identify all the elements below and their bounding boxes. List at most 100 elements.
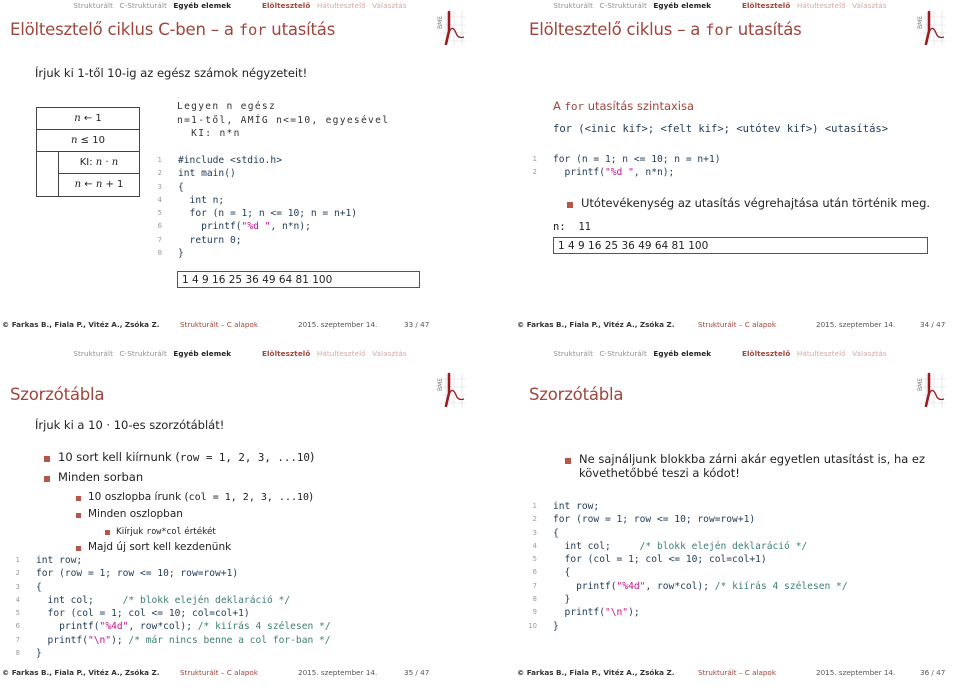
code-line: 6 printf("%4d", row*col); /* kiírás 4 sz…	[16, 620, 331, 633]
pseudocode: Legyen n egész n=1-től, AMÍG n<=10, egyes…	[177, 100, 389, 141]
code-text: int col;	[553, 540, 640, 552]
line-number: 3	[15, 582, 20, 591]
code-text: }	[553, 620, 559, 632]
code-line: 7 printf("%4d", row*col); /* kiírás 4 sz…	[533, 580, 848, 593]
nav-c-strukturalt[interactable]: C-Strukturált	[119, 1, 167, 10]
code-text: , row*col);	[645, 580, 715, 592]
footer-page: 34 / 47	[920, 320, 946, 329]
bullet-item: Utótevékenység az utasítás végrehajtása …	[566, 196, 931, 210]
nav-egyeb-elemek[interactable]: Egyéb elemek	[653, 1, 711, 10]
code-string: "%4d"	[616, 580, 646, 592]
nav-egyeb-elemek[interactable]: Egyéb elemek	[173, 349, 231, 358]
intro-text: Írjuk ki a 10 · 10-es szorzótáblát!	[35, 418, 225, 432]
structogram-increment: n ← n + 1	[74, 179, 124, 190]
code-text: for (row = 1; row <= 10; row=row+1)	[36, 568, 239, 580]
code-line: 2 for (row = 1; row <= 10; row=row+1)	[16, 567, 331, 580]
code-line: 4 int n;	[158, 194, 357, 207]
line-number: 5	[157, 209, 162, 218]
slide-title: Szorzótábla	[10, 385, 105, 404]
code-text: {	[178, 181, 184, 193]
n-label: n:	[553, 221, 566, 233]
code-line: 4 int col; /* blokk elején deklaráció */	[533, 540, 848, 553]
bullet-item: 10 oszlopba írunk (col = 1, 2, 3, ...10)	[75, 491, 314, 503]
footer-course[interactable]: Strukturált – C alapok	[698, 320, 776, 329]
logo-text: BME	[437, 16, 444, 29]
code-comment: /* kiírás 4 szélesen */	[197, 621, 331, 633]
bullet-text: Kiírjuk	[116, 527, 147, 537]
code-text: int n;	[178, 194, 225, 206]
code-line: 3{	[158, 181, 357, 194]
nav-strukturalt[interactable]: Strukturált	[553, 1, 593, 10]
code-text: printf(	[553, 580, 617, 592]
nav-hatultesztelo[interactable]: Hátultesztelő	[317, 1, 366, 10]
nav-valasztas[interactable]: Választás	[852, 349, 887, 358]
nav-hatultesztelo[interactable]: Hátultesztelő	[317, 349, 366, 358]
nav-eloltesztelo[interactable]: Elöltesztelő	[742, 1, 790, 10]
footer-course[interactable]: Strukturált – C alapok	[180, 320, 258, 329]
nav-egyeb-elemek[interactable]: Egyéb elemek	[173, 1, 231, 10]
code-text: int col;	[36, 594, 123, 606]
line-number: 9	[532, 608, 537, 617]
bullet-item: Minden oszlopban	[76, 508, 183, 520]
code-text: printf(	[553, 167, 605, 179]
syntax-line: for (<inic kif>; <felt kif>; <utótev kif…	[553, 123, 889, 135]
code-text: , n*n);	[270, 221, 311, 233]
code-line: 10}	[528, 620, 848, 633]
line-number: 2	[532, 168, 537, 177]
bullet-text: 10 oszlopba írunk (	[88, 491, 189, 503]
code-comment: /* blokk elején deklaráció */	[639, 540, 808, 552]
nav-valasztas[interactable]: Választás	[852, 1, 887, 10]
code-line: 7 printf("\n"); /* már nincs benne a col…	[16, 634, 331, 647]
nav-valasztas[interactable]: Választás	[372, 349, 407, 358]
code-text: , n*n);	[633, 167, 675, 179]
slide-34: Strukturált C-Strukturált Egyéb elemek E…	[480, 0, 960, 348]
footer-course[interactable]: Strukturált – C alapok	[180, 668, 258, 677]
line-number: 6	[532, 568, 537, 577]
structogram-init: n ← 1	[37, 108, 139, 130]
slide-title: Elöltesztelő ciklus C-ben – a for utasít…	[10, 20, 336, 39]
footer-authors: © Farkas B., Fiala P., Vitéz A., Zsóka Z…	[517, 668, 675, 677]
line-number: 8	[532, 595, 537, 604]
line-number: 7	[157, 235, 162, 244]
structogram-output: KI: n · n	[59, 152, 139, 174]
code-string: "%4d"	[99, 621, 129, 633]
code-text: {	[553, 567, 571, 579]
nav-strukturalt[interactable]: Strukturált	[73, 1, 113, 10]
line-number: 2	[532, 515, 537, 524]
nav-eloltesztelo[interactable]: Elöltesztelő	[262, 349, 310, 358]
nav-eloltesztelo[interactable]: Elöltesztelő	[262, 1, 310, 10]
nav-egyeb-elemek[interactable]: Egyéb elemek	[653, 349, 711, 358]
code-comment: /* blokk elején deklaráció */	[122, 594, 291, 606]
bullet-text: )	[309, 491, 314, 503]
nav-valasztas[interactable]: Választás	[372, 1, 407, 10]
code-text: printf(	[553, 607, 605, 619]
nav-strukturalt[interactable]: Strukturált	[73, 349, 113, 358]
line-number: 10	[528, 621, 537, 630]
code-line: 5 for (col = 1; col <= 10; col=col+1)	[16, 607, 331, 620]
line-number: 8	[15, 649, 20, 658]
nav-c-strukturalt[interactable]: C-Strukturált	[599, 1, 647, 10]
code-line: 7 return 0;	[158, 234, 357, 247]
footer-course[interactable]: Strukturált – C alapok	[698, 668, 776, 677]
intro-text: Írjuk ki 1-től 10-ig az egész számok nég…	[35, 66, 308, 80]
code-line: 2 int main()	[158, 167, 357, 180]
code-text: {	[553, 527, 559, 539]
code-line: 8}	[16, 647, 331, 660]
pseudocode-line: Legyen n egész	[177, 101, 277, 112]
nav-hatultesztelo[interactable]: Hátultesztelő	[797, 349, 846, 358]
nav-c-strukturalt[interactable]: C-Strukturált	[599, 349, 647, 358]
code-text: int main()	[178, 168, 236, 180]
code-listing: 1 #include <stdio.h> 2 int main() 3{4 int n;…	[158, 154, 357, 260]
bullet-line: követhetőbbé teszi a kódot!	[579, 466, 740, 480]
nav-c-strukturalt[interactable]: C-Strukturált	[119, 349, 167, 358]
footer-date: 2015. szeptember 14.	[298, 668, 378, 677]
line-number: 3	[157, 182, 162, 191]
code-text: , row*col);	[128, 621, 198, 633]
nav-hatultesztelo[interactable]: Hátultesztelő	[797, 1, 846, 10]
code-line: 9 printf("\n");	[533, 606, 848, 619]
footer-page: 35 / 47	[404, 668, 430, 677]
nav-strukturalt[interactable]: Strukturált	[553, 349, 593, 358]
code-line: 8}	[158, 247, 357, 260]
nav-eloltesztelo[interactable]: Elöltesztelő	[742, 349, 790, 358]
slide-title: Szorzótábla	[529, 385, 624, 404]
